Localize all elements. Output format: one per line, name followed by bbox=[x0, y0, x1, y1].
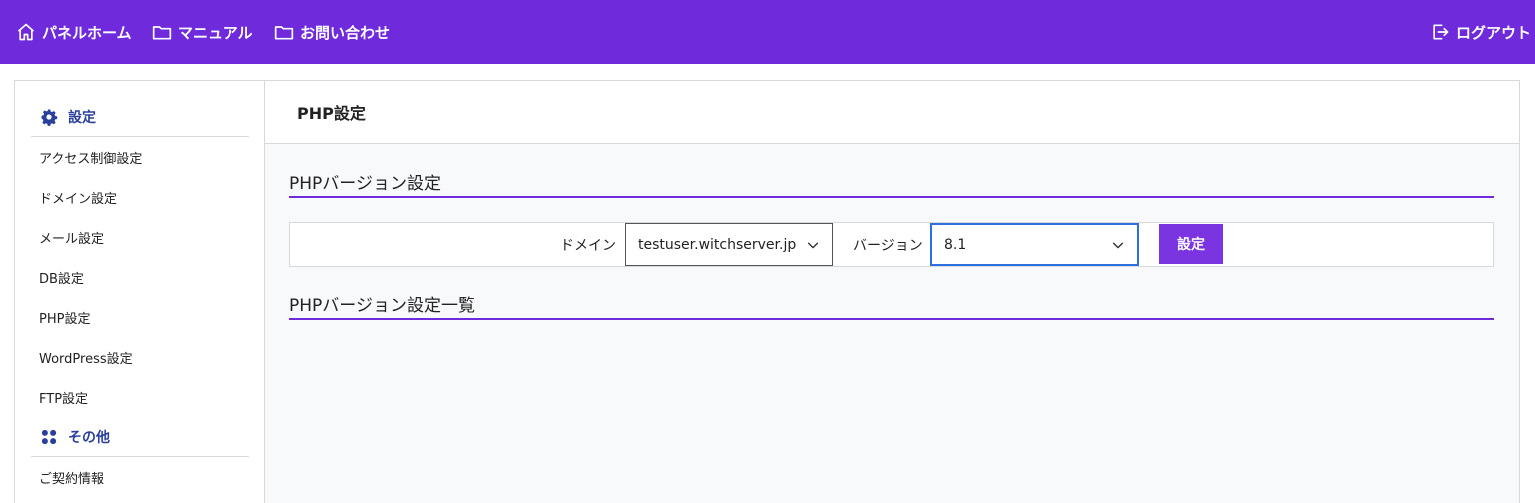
nav-manual-link[interactable]: マニュアル bbox=[152, 0, 253, 64]
sidebar-item-contract-info[interactable]: ご契約情報 bbox=[39, 457, 104, 497]
page-title: PHP設定 bbox=[265, 81, 1519, 144]
sidebar-item-domain[interactable]: ドメイン設定 bbox=[39, 177, 117, 217]
sidebar-item-access-control[interactable]: アクセス制御設定 bbox=[39, 137, 142, 177]
main-content: PHP設定 PHPバージョン設定 ドメイン testuser.witchserv… bbox=[265, 81, 1519, 503]
section-title-php-version-list: PHPバージョン設定一覧 bbox=[289, 289, 1494, 320]
version-label: バージョン bbox=[853, 237, 923, 254]
version-select[interactable]: 8.1 bbox=[930, 223, 1139, 266]
gear-icon bbox=[41, 109, 58, 126]
main-container: 設定 アクセス制御設定 ドメイン設定 メール設定 DB設定 PHP設定 Word… bbox=[14, 80, 1520, 503]
logout-label: ログアウト bbox=[1456, 23, 1532, 42]
chevron-down-icon bbox=[807, 242, 819, 248]
sidebar-item-wordpress[interactable]: WordPress設定 bbox=[39, 337, 133, 377]
sidebar-item-ftp[interactable]: FTP設定 bbox=[39, 377, 88, 417]
set-button[interactable]: 設定 bbox=[1159, 224, 1223, 264]
version-select-value: 8.1 bbox=[944, 236, 967, 253]
logout-icon bbox=[1433, 24, 1449, 40]
nav-contact-label: お問い合わせ bbox=[300, 23, 391, 42]
chevron-down-icon bbox=[1112, 242, 1124, 248]
top-navbar: パネルホーム マニュアル お問い合わせ ログアウト bbox=[0, 0, 1535, 64]
logout-link[interactable]: ログアウト bbox=[1430, 0, 1531, 64]
sidebar-header-other: その他 bbox=[31, 417, 249, 457]
grid-icon bbox=[41, 429, 57, 444]
domain-label: ドメイン bbox=[560, 237, 616, 254]
home-icon bbox=[17, 23, 35, 41]
domain-select[interactable]: testuser.witchserver.jp bbox=[625, 223, 833, 266]
nav-contact-link[interactable]: お問い合わせ bbox=[274, 0, 390, 64]
sidebar-item-mail[interactable]: メール設定 bbox=[39, 217, 104, 257]
folder-icon bbox=[274, 26, 294, 40]
php-version-form: ドメイン testuser.witchserver.jp バージョン 8.1 設… bbox=[289, 222, 1494, 267]
sidebar-header-other-label: その他 bbox=[68, 429, 110, 446]
folder-icon bbox=[152, 26, 172, 40]
sidebar-header-settings: 設定 bbox=[31, 97, 249, 137]
sidebar-item-php[interactable]: PHP設定 bbox=[39, 297, 90, 337]
nav-home-link[interactable]: パネルホーム bbox=[16, 0, 132, 64]
domain-select-value: testuser.witchserver.jp bbox=[638, 236, 797, 253]
sidebar-header-settings-label: 設定 bbox=[68, 109, 96, 126]
sidebar: 設定 アクセス制御設定 ドメイン設定 メール設定 DB設定 PHP設定 Word… bbox=[15, 81, 265, 503]
sidebar-item-db[interactable]: DB設定 bbox=[39, 257, 84, 297]
nav-home-label: パネルホーム bbox=[42, 23, 132, 42]
nav-manual-label: マニュアル bbox=[178, 23, 253, 42]
section-title-php-version: PHPバージョン設定 bbox=[289, 167, 1494, 198]
